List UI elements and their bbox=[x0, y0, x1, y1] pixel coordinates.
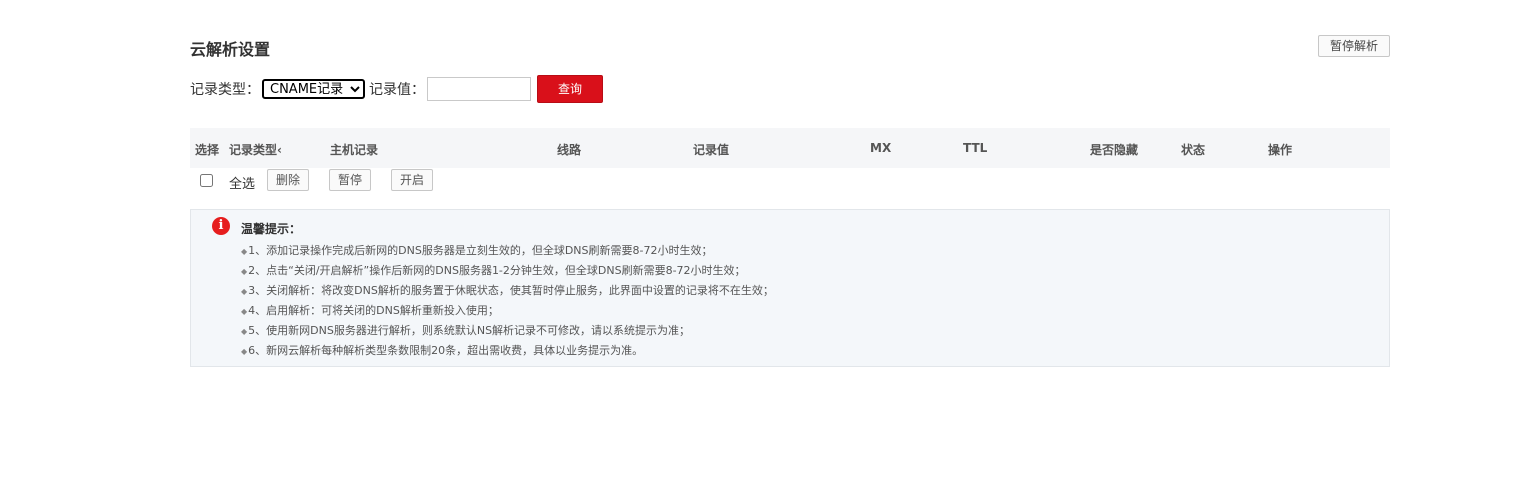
select-all-label[interactable]: 全选 bbox=[229, 173, 255, 192]
column-header-host: 主机记录 bbox=[330, 143, 379, 157]
record-type-select[interactable]: CNAME记录 bbox=[262, 79, 365, 99]
enable-button[interactable]: 开启 bbox=[391, 169, 433, 191]
select-all-checkbox[interactable] bbox=[200, 174, 213, 187]
tip-item: ◆5、使用新网DNS服务器进行解析，则系统默认NS解析记录不可修改，请以系统提示… bbox=[241, 323, 774, 343]
column-header-select: 选择 bbox=[195, 143, 220, 157]
record-type-label: 记录类型： bbox=[190, 82, 260, 98]
filter-bar: 记录类型： CNAME记录 记录值： 查询 bbox=[190, 75, 603, 103]
record-value-input[interactable] bbox=[427, 77, 531, 101]
diamond-bullet-icon: ◆ bbox=[241, 327, 248, 336]
pause-button[interactable]: 暂停 bbox=[329, 169, 371, 191]
column-header-mx: MX bbox=[870, 141, 892, 155]
pause-dns-button[interactable]: 暂停解析 bbox=[1318, 35, 1390, 57]
column-header-hidden: 是否隐藏 bbox=[1090, 143, 1139, 157]
tip-item: ◆1、添加记录操作完成后新网的DNS服务器是立刻生效的，但全球DNS刷新需要8-… bbox=[241, 243, 774, 263]
table-header: 选择 记录类型‹ 主机记录 线路 记录值 MX TTL 是否隐藏 状态 操作 bbox=[190, 128, 1390, 168]
tip-item-text: 1、添加记录操作完成后新网的DNS服务器是立刻生效的，但全球DNS刷新需要8-7… bbox=[248, 244, 713, 257]
column-header-ttl: TTL bbox=[963, 141, 988, 155]
tip-item: ◆3、关闭解析：将改变DNS解析的服务置于休眠状态，使其暂时停止服务，此界面中设… bbox=[241, 283, 774, 303]
diamond-bullet-icon: ◆ bbox=[241, 287, 248, 296]
column-header-actions: 操作 bbox=[1268, 143, 1293, 157]
tips-panel: i 温馨提示： ◆1、添加记录操作完成后新网的DNS服务器是立刻生效的，但全球D… bbox=[190, 209, 1390, 367]
record-value-label: 记录值： bbox=[369, 82, 425, 98]
delete-button[interactable]: 删除 bbox=[267, 169, 309, 191]
tip-item-text: 5、使用新网DNS服务器进行解析，则系统默认NS解析记录不可修改，请以系统提示为… bbox=[248, 324, 691, 337]
page-title: 云解析设置 bbox=[190, 40, 271, 59]
info-icon: i bbox=[212, 217, 230, 235]
tip-item-text: 6、新网云解析每种解析类型条数限制20条，超出需收费，具体以业务提示为准。 bbox=[248, 344, 644, 357]
tip-item: ◆6、新网云解析每种解析类型条数限制20条，超出需收费，具体以业务提示为准。 bbox=[241, 343, 774, 363]
tips-list: ◆1、添加记录操作完成后新网的DNS服务器是立刻生效的，但全球DNS刷新需要8-… bbox=[241, 243, 774, 363]
diamond-bullet-icon: ◆ bbox=[241, 347, 248, 356]
column-header-line: 线路 bbox=[557, 143, 582, 157]
tip-item: ◆2、点击“关闭/开启解析”操作后新网的DNS服务器1-2分钟生效，但全球DNS… bbox=[241, 263, 774, 283]
tips-title: 温馨提示： bbox=[241, 222, 302, 236]
column-header-record-value: 记录值 bbox=[693, 143, 730, 157]
bulk-actions-row: 全选 删除 暂停 开启 bbox=[190, 169, 1390, 193]
tip-item-text: 2、点击“关闭/开启解析”操作后新网的DNS服务器1-2分钟生效，但全球DNS刷… bbox=[248, 264, 746, 277]
query-button[interactable]: 查询 bbox=[537, 75, 603, 103]
diamond-bullet-icon: ◆ bbox=[241, 247, 248, 256]
column-header-status: 状态 bbox=[1181, 143, 1206, 157]
diamond-bullet-icon: ◆ bbox=[241, 267, 248, 276]
tip-item-text: 3、关闭解析：将改变DNS解析的服务置于休眠状态，使其暂时停止服务，此界面中设置… bbox=[248, 284, 774, 297]
column-header-record-type[interactable]: 记录类型‹ bbox=[229, 141, 282, 158]
tip-item-text: 4、启用解析：可将关闭的DNS解析重新投入使用； bbox=[248, 304, 499, 317]
tip-item: ◆4、启用解析：可将关闭的DNS解析重新投入使用； bbox=[241, 303, 774, 323]
diamond-bullet-icon: ◆ bbox=[241, 307, 248, 316]
